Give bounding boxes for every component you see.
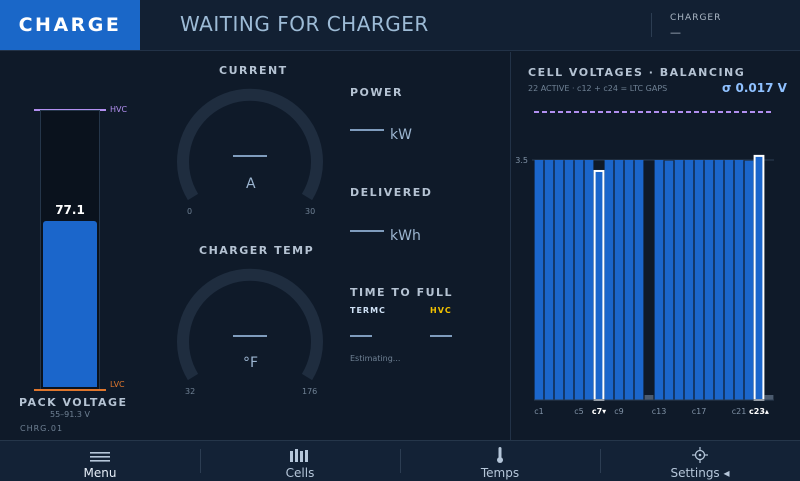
pack-voltage-label: PACK VOLTAGE [19, 396, 128, 409]
termc-label: TERMC [350, 306, 386, 315]
cells-title: CELL VOLTAGES · BALANCING [528, 66, 746, 79]
cell-bar-c7[interactable] [593, 169, 605, 401]
charger-temp-label: CHARGER TEMP [199, 244, 315, 257]
cell-bar-c20[interactable] [724, 160, 734, 400]
cell-bar-c9[interactable] [614, 160, 624, 400]
current-label: CURRENT [219, 64, 288, 77]
status-title: WAITING FOR CHARGER [180, 12, 429, 36]
cell-bar-c24[interactable] [764, 395, 774, 400]
power-label: POWER [350, 86, 404, 99]
pack-id: CHRG.01 [20, 424, 64, 433]
current-max: 30 [305, 207, 316, 216]
x-tick-label: c9 [614, 407, 624, 416]
current-unit: A [246, 176, 256, 192]
thermometer-icon [497, 447, 503, 463]
bottom-nav: Menu Cells Temps Settings ◂ [0, 440, 800, 481]
x-tick-label: c1 [534, 407, 544, 416]
nav-temps-label: Temps [480, 466, 520, 480]
cell-bar-c8[interactable] [604, 160, 614, 400]
pack-voltage-value: 77.1 [55, 203, 85, 217]
pack-voltage-bar [40, 110, 100, 390]
current-min: 0 [187, 207, 193, 216]
cell-bar-c10[interactable] [624, 160, 634, 400]
cell-bar-c4[interactable] [564, 160, 574, 400]
crosshair-icon [692, 447, 708, 463]
lvc-line [34, 389, 106, 391]
time-to-full-label: TIME TO FULL [350, 286, 454, 299]
nav-temps[interactable]: Temps [400, 441, 600, 481]
power-value [350, 129, 384, 131]
lvc-label: LVC [110, 380, 125, 389]
x-tick-label: c23▴ [749, 407, 769, 416]
cell-bar-c18[interactable] [704, 160, 714, 400]
charger-label: CHARGER [670, 13, 722, 23]
cell-bar-c1[interactable] [534, 160, 544, 400]
cell-bar-c21[interactable] [734, 160, 744, 400]
hvc-ttf-label: HVC [430, 306, 452, 315]
cell-bar-c5[interactable] [574, 160, 584, 400]
cell-bar-c12[interactable] [644, 395, 654, 400]
delivered-label: DELIVERED [350, 186, 433, 199]
cell-bar-c15[interactable] [674, 160, 684, 400]
header-divider [651, 13, 652, 37]
header-bar: CHARGE WAITING FOR CHARGER CHARGER — [0, 0, 800, 51]
nav-settings[interactable]: Settings ◂ [600, 441, 800, 481]
cell-bar-c11[interactable] [634, 160, 644, 400]
cell-bar-c14[interactable] [664, 160, 674, 400]
charger-value: — [670, 26, 681, 39]
cell-bar-c6[interactable] [584, 160, 594, 400]
nav-settings-label: Settings ◂ [670, 466, 730, 480]
estimating-note: Estimating... [350, 354, 401, 363]
nav-menu[interactable]: Menu [0, 441, 200, 481]
x-tick-label: c7▾ [592, 407, 606, 416]
power-unit: kW [390, 127, 412, 143]
termc-value [350, 335, 372, 337]
cell-bar-c17[interactable] [694, 160, 704, 400]
y-tick-label: 3.5 [515, 156, 528, 165]
pack-voltage-fill [43, 221, 97, 387]
bar-chart-icon [290, 449, 308, 462]
charger-temp-min: 32 [185, 387, 196, 396]
cell-bar-c16[interactable] [684, 160, 694, 400]
x-tick-label: c13 [652, 407, 667, 416]
sigma-readout: σ 0.017 V [722, 81, 787, 95]
current-value [233, 155, 267, 157]
cell-bar-c2[interactable] [544, 160, 554, 400]
cell-bar-c3[interactable] [554, 160, 564, 400]
charger-temp-value [233, 335, 267, 337]
hvc-ttf-value [430, 335, 452, 337]
nav-cells-label: Cells [285, 466, 315, 480]
cell-bar-c13[interactable] [654, 160, 664, 400]
x-tick-label: c5 [574, 407, 584, 416]
x-tick-label: c17 [692, 407, 707, 416]
charger-temp-unit: °F [243, 355, 259, 371]
cell-voltage-chart: 3.5 c1 c5 c7▾ c9 c13 c17 c21 c23▴ [515, 111, 774, 416]
nav-cells[interactable]: Cells [200, 441, 400, 481]
nav-menu-label: Menu [83, 466, 117, 480]
x-tick-label: c21 [732, 407, 747, 416]
mode-tab[interactable]: CHARGE [0, 0, 140, 50]
cells-subtitle: 22 ACTIVE · c12 + c24 = LTC GAPS [528, 84, 668, 93]
delivered-unit: kWh [390, 228, 421, 244]
cell-bar-c23[interactable] [753, 154, 765, 402]
delivered-value [350, 230, 384, 232]
cell-bar-c22[interactable] [744, 160, 754, 400]
menu-icon [90, 452, 110, 462]
hvc-label: HVC [110, 105, 128, 114]
pack-voltage-range: 55–91.3 V [50, 410, 91, 419]
cell-bar-c19[interactable] [714, 160, 724, 400]
charger-temp-max: 176 [302, 387, 318, 396]
